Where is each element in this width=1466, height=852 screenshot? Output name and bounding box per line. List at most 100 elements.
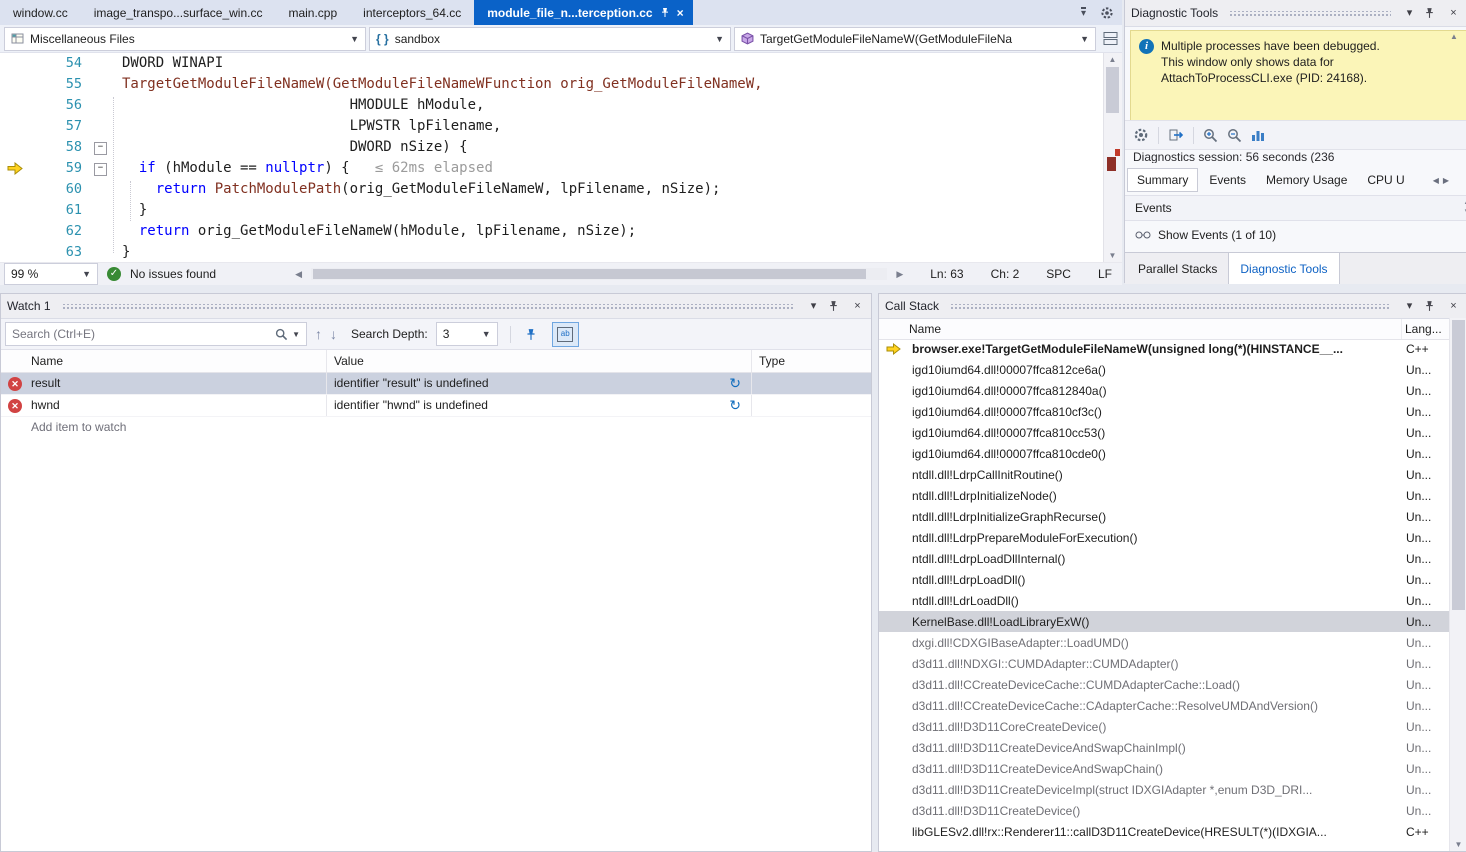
stack-frame[interactable]: d3d11.dll!NDXGI::CUMDAdapter::CUMDAdapte…: [879, 653, 1450, 674]
chevron-down-icon[interactable]: ▾: [806, 299, 821, 314]
code-line-54[interactable]: 54 DWORD WINAPI: [0, 53, 1122, 74]
scroll-left-icon[interactable]: ◀: [295, 269, 302, 280]
chevron-down-icon[interactable]: ▼: [1080, 34, 1089, 44]
move-down-icon[interactable]: ↓: [330, 326, 337, 342]
column-type[interactable]: Type: [751, 350, 871, 372]
current-statement-arrow[interactable]: [0, 158, 32, 179]
drag-handle[interactable]: [1229, 10, 1391, 16]
search-depth-select[interactable]: 3 ▼: [435, 322, 498, 346]
code-line-56[interactable]: 56 HMODULE hModule,: [0, 95, 1122, 116]
member-dropdown[interactable]: TargetGetModuleFileNameW(GetModuleFileNa…: [734, 26, 1096, 51]
stack-frame[interactable]: d3d11.dll!D3D11CreateDeviceAndSwapChain(…: [879, 758, 1450, 779]
stack-frame[interactable]: ntdll.dll!LdrLoadDll() Un...: [879, 590, 1450, 611]
stack-frame[interactable]: KernelBase.dll!LoadLibraryExW() Un...: [879, 611, 1450, 632]
chart-icon[interactable]: [1251, 128, 1266, 142]
stack-frame[interactable]: browser.exe!TargetGetModuleFileNameW(uns…: [879, 338, 1450, 359]
tab-memory-usage[interactable]: Memory Usage: [1257, 169, 1356, 191]
chevron-down-icon[interactable]: ▼: [292, 330, 300, 339]
stack-frame[interactable]: ntdll.dll!LdrpLoadDllInternal() Un...: [879, 548, 1450, 569]
stack-frame[interactable]: d3d11.dll!D3D11CreateDevice() Un...: [879, 800, 1450, 821]
pin-icon[interactable]: [1424, 7, 1439, 19]
stack-frame[interactable]: ntdll.dll!LdrpCallInitRoutine() Un...: [879, 464, 1450, 485]
scrollbar-thumb[interactable]: [1452, 320, 1465, 610]
refresh-icon[interactable]: ↻: [729, 395, 741, 416]
close-icon[interactable]: ×: [1446, 299, 1461, 314]
tab-summary[interactable]: Summary: [1127, 168, 1199, 192]
code-text[interactable]: return orig_GetModuleFileNameW(hModule, …: [110, 221, 636, 242]
add-watch-item[interactable]: Add item to watch: [1, 417, 871, 438]
pin-values-button[interactable]: [519, 323, 544, 346]
editor-vertical-scrollbar[interactable]: ▲ ▼: [1103, 53, 1122, 262]
chevron-down-icon[interactable]: ▾: [1402, 6, 1417, 21]
tab-scroll-left-icon[interactable]: ◀: [1433, 176, 1439, 185]
stack-frame[interactable]: ntdll.dll!LdrpPrepareModuleForExecution(…: [879, 527, 1450, 548]
column-value[interactable]: Value: [326, 350, 751, 372]
code-text[interactable]: DWORD WINAPI: [110, 53, 223, 74]
breakpoint-margin[interactable]: [0, 242, 32, 262]
zoom-select[interactable]: 99 % ▼: [4, 263, 98, 285]
code-editor[interactable]: 54 DWORD WINAPI 55 TargetGetModuleFileNameW…: [0, 53, 1122, 263]
stack-frame[interactable]: d3d11.dll!CCreateDeviceCache::CAdapterCa…: [879, 695, 1450, 716]
code-text[interactable]: if (hModule == nullptr) { ≤ 62ms elapsed: [110, 158, 493, 179]
stack-frame[interactable]: ntdll.dll!LdrpInitializeNode() Un...: [879, 485, 1450, 506]
show-events-link[interactable]: Show Events (1 of 10): [1135, 224, 1276, 246]
drag-handle[interactable]: [61, 303, 795, 309]
scrollbar-thumb[interactable]: [1106, 67, 1119, 113]
breakpoint-margin[interactable]: [0, 200, 32, 221]
zoom-in-icon[interactable]: [1203, 128, 1218, 143]
eol-indicator[interactable]: LF: [1098, 267, 1112, 281]
code-line-55[interactable]: 55 TargetGetModuleFileNameW(GetModuleFile…: [0, 74, 1122, 95]
close-icon[interactable]: ×: [677, 6, 684, 20]
tab-window-cc[interactable]: window.cc: [0, 0, 81, 25]
pin-icon[interactable]: [828, 300, 843, 312]
export-icon[interactable]: [1168, 128, 1184, 142]
tab-module-file-name-interception-cc[interactable]: module_file_n...terception.cc ×: [474, 0, 693, 25]
chevron-down-icon[interactable]: ▾: [1402, 299, 1417, 314]
breakpoint-margin[interactable]: [0, 221, 32, 242]
space-indicator[interactable]: SPC: [1046, 267, 1071, 281]
code-text[interactable]: }: [110, 200, 147, 221]
column-language[interactable]: Lang...: [1401, 319, 1449, 339]
stack-frame[interactable]: ntdll.dll!LdrpLoadDll() Un...: [879, 569, 1450, 590]
breakpoint-margin[interactable]: [0, 116, 32, 137]
breakpoint-margin[interactable]: [0, 53, 32, 74]
fold-collapse-icon[interactable]: −: [94, 142, 107, 155]
code-line-63[interactable]: 63}: [0, 242, 1122, 262]
code-line-59[interactable]: 59− if (hModule == nullptr) { ≤ 62ms ela…: [0, 158, 1122, 179]
callstack-scrollbar[interactable]: ▼: [1449, 318, 1466, 851]
move-up-icon[interactable]: ↑: [315, 326, 322, 342]
column-name[interactable]: Name: [879, 319, 1401, 339]
tab-main-cpp[interactable]: main.cpp: [275, 0, 350, 25]
code-line-58[interactable]: 58− DWORD nSize) {: [0, 137, 1122, 158]
tab-events[interactable]: Events: [1200, 169, 1255, 191]
code-line-57[interactable]: 57 LPWSTR lpFilename,: [0, 116, 1122, 137]
stack-frame[interactable]: igd10iumd64.dll!00007ffca810cf3c() Un...: [879, 401, 1450, 422]
tab-parallel-stacks[interactable]: Parallel Stacks: [1127, 253, 1228, 284]
code-line-61[interactable]: 61 }: [0, 200, 1122, 221]
code-text[interactable]: DWORD nSize) {: [110, 137, 468, 158]
split-editor-icon[interactable]: [1103, 31, 1118, 46]
text-visualizer-button[interactable]: ab: [551, 321, 579, 347]
settings-gear-icon[interactable]: [1133, 127, 1149, 143]
stack-frame[interactable]: igd10iumd64.dll!00007ffca812840a() Un...: [879, 380, 1450, 401]
horizontal-scrollbar[interactable]: [310, 268, 888, 280]
scroll-right-icon[interactable]: ▶: [896, 269, 903, 280]
drag-handle[interactable]: [950, 303, 1391, 309]
pin-icon[interactable]: [1424, 300, 1439, 312]
scroll-up-icon[interactable]: ▲: [1104, 55, 1121, 64]
stack-frame[interactable]: igd10iumd64.dll!00007ffca810cc53() Un...: [879, 422, 1450, 443]
tab-cpu-usage[interactable]: CPU U: [1358, 169, 1413, 191]
tab-image-transport-surface-win-cc[interactable]: image_transpo...surface_win.cc: [81, 0, 276, 25]
tab-interceptors-64-cc[interactable]: interceptors_64.cc: [350, 0, 474, 25]
stack-frame[interactable]: igd10iumd64.dll!00007ffca812ce6a() Un...: [879, 359, 1450, 380]
breakpoint-margin[interactable]: [0, 74, 32, 95]
tab-diagnostic-tools[interactable]: Diagnostic Tools: [1228, 253, 1340, 284]
code-text[interactable]: return PatchModulePath(orig_GetModuleFil…: [110, 179, 721, 200]
code-line-62[interactable]: 62 return orig_GetModuleFileNameW(hModul…: [0, 221, 1122, 242]
panel-header[interactable]: Call Stack ▾ ×: [879, 294, 1466, 319]
project-dropdown[interactable]: Miscellaneous Files ▼: [4, 26, 366, 51]
search-input[interactable]: Search (Ctrl+E) ▼: [5, 322, 307, 346]
column-name[interactable]: Name: [1, 350, 326, 372]
fold-collapse-icon[interactable]: −: [94, 163, 107, 176]
code-text[interactable]: HMODULE hModule,: [110, 95, 485, 116]
